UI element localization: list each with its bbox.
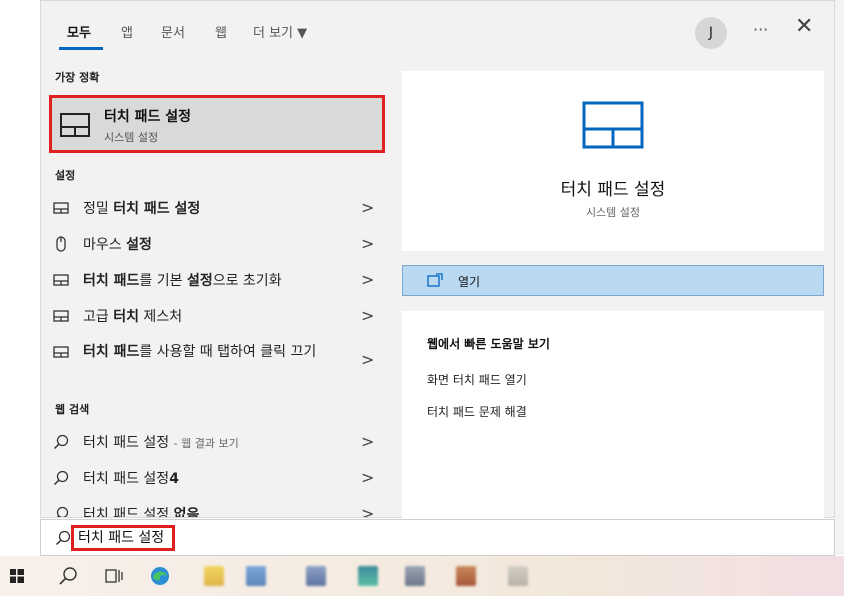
taskbar-app-icon[interactable]: [306, 566, 326, 586]
open-button[interactable]: 열기: [402, 265, 824, 296]
desktop-background: [0, 0, 40, 555]
task-view-icon[interactable]: [104, 566, 124, 586]
touchpad-icon: [53, 202, 69, 214]
query-highlight: 터치: [113, 309, 139, 325]
active-tab-indicator: [59, 47, 103, 50]
chevron-right-icon: >: [361, 350, 375, 369]
tab-more[interactable]: 더 보기 ▼: [253, 22, 307, 41]
search-icon: [55, 530, 71, 546]
tab-all[interactable]: 모두: [67, 22, 91, 41]
chevron-right-icon: >: [361, 270, 375, 289]
list-item-label: 터치 패드를 기본 설정으로 초기화: [83, 273, 282, 289]
list-item-label: 정밀 터치 패드 설정: [83, 201, 201, 217]
results-list: 가장 정확 터치 패드 설정 시스템 설정 설정 정밀 터치 패드 설정 > 마…: [41, 57, 401, 517]
touchpad-icon: [53, 310, 69, 322]
open-icon: [427, 273, 443, 287]
list-item[interactable]: 터치 패드 설정 - 웹 결과 보기 >: [41, 425, 401, 459]
help-link-troubleshoot[interactable]: 터치 패드 문제 해결: [427, 403, 527, 420]
list-item[interactable]: 터치 패드 설정 없음 >: [41, 497, 401, 517]
list-item-label: 고급 터치 제스처: [83, 309, 183, 325]
detail-title: 터치 패드 설정: [560, 180, 666, 200]
list-item[interactable]: 고급 터치 제스처 >: [41, 299, 401, 333]
query-highlight: 터치 패드 설정: [113, 201, 201, 217]
search-tabs-bar: 모두 앱 문서 웹 더 보기 ▼ J ··· ✕: [41, 1, 834, 57]
open-label: 열기: [458, 275, 481, 289]
mouse-icon: [56, 236, 66, 252]
touchpad-icon: [60, 113, 90, 137]
chevron-right-icon: >: [361, 504, 375, 517]
section-settings: 설정: [55, 169, 76, 182]
help-link-on-screen-touchpad[interactable]: 화면 터치 패드 열기: [427, 371, 527, 388]
list-item[interactable]: 터치 패드를 사용할 때 탭하여 클릭 끄기 >: [41, 335, 401, 383]
query-highlight: 설정: [126, 237, 152, 253]
list-item-label: 터치 패드 설정 - 웹 결과 보기: [83, 435, 239, 451]
tab-web[interactable]: 웹: [215, 22, 227, 41]
more-options-button[interactable]: ···: [753, 20, 768, 39]
tab-documents[interactable]: 문서: [161, 22, 185, 41]
taskbar-app-icon[interactable]: [358, 566, 378, 586]
desktop-background-right: [835, 0, 844, 555]
list-item-label: 마우스 설정: [83, 237, 152, 253]
taskbar-app-icon[interactable]: [456, 566, 476, 586]
chevron-right-icon: >: [361, 468, 375, 487]
list-item[interactable]: 정밀 터치 패드 설정 >: [41, 191, 401, 225]
list-item-label: 터치 패드 설정 없음: [83, 504, 199, 517]
touchpad-icon: [53, 346, 69, 358]
best-match-subtitle: 시스템 설정: [104, 131, 159, 144]
close-button[interactable]: ✕: [795, 16, 813, 38]
section-web-search: 웹 검색: [55, 403, 90, 416]
avatar[interactable]: J: [695, 17, 727, 49]
search-icon: [56, 506, 69, 517]
query-highlight: 4: [169, 471, 179, 487]
list-item[interactable]: 마우스 설정 >: [41, 227, 401, 261]
chevron-right-icon: >: [361, 198, 375, 217]
taskbar-app-icon[interactable]: [204, 566, 224, 586]
edge-browser-icon[interactable]: [150, 566, 170, 586]
best-match-item[interactable]: 터치 패드 설정 시스템 설정: [49, 95, 385, 153]
web-help-section: 웹에서 빠른 도움말 보기 화면 터치 패드 열기 터치 패드 문제 해결: [402, 311, 824, 519]
taskbar-app-icon[interactable]: [405, 566, 425, 586]
list-item-label: 터치 패드 설정4: [83, 471, 179, 487]
touchpad-icon: [582, 101, 644, 149]
taskbar-app-icon[interactable]: [246, 566, 266, 586]
search-input[interactable]: 터치 패드 설정: [71, 525, 176, 551]
query-highlight: 터치 패드: [83, 273, 140, 289]
chevron-right-icon: >: [361, 234, 375, 253]
list-item[interactable]: 터치 패드를 기본 설정으로 초기화 >: [41, 263, 401, 297]
query-highlight: 설정: [186, 273, 213, 289]
start-search-panel: 모두 앱 문서 웹 더 보기 ▼ J ··· ✕ 가장 정확 터치 패드 설정 …: [40, 0, 835, 519]
list-item[interactable]: 터치 패드 설정4 >: [41, 461, 401, 495]
detail-header: 터치 패드 설정 시스템 설정: [402, 71, 824, 251]
taskbar: [0, 556, 844, 596]
chevron-right-icon: >: [361, 432, 375, 451]
list-item-label: 터치 패드를 사용할 때 탭하여 클릭 끄기: [83, 344, 317, 360]
best-match-title: 터치 패드 설정: [104, 109, 192, 125]
touchpad-icon: [53, 274, 69, 286]
query-highlight: 터치 패드: [83, 344, 140, 360]
search-icon: [53, 470, 69, 486]
section-best-match: 가장 정확: [55, 71, 100, 84]
taskbar-app-icon[interactable]: [508, 566, 528, 586]
search-icon[interactable]: [58, 566, 78, 586]
query-highlight: 없음: [173, 507, 200, 517]
tab-apps[interactable]: 앱: [121, 22, 133, 41]
web-help-title: 웹에서 빠른 도움말 보기: [427, 337, 550, 351]
windows-start-icon[interactable]: [10, 569, 24, 583]
detail-subtitle: 시스템 설정: [585, 206, 641, 219]
chevron-right-icon: >: [361, 306, 375, 325]
search-box[interactable]: 터치 패드 설정: [40, 519, 835, 556]
search-icon: [53, 434, 69, 450]
